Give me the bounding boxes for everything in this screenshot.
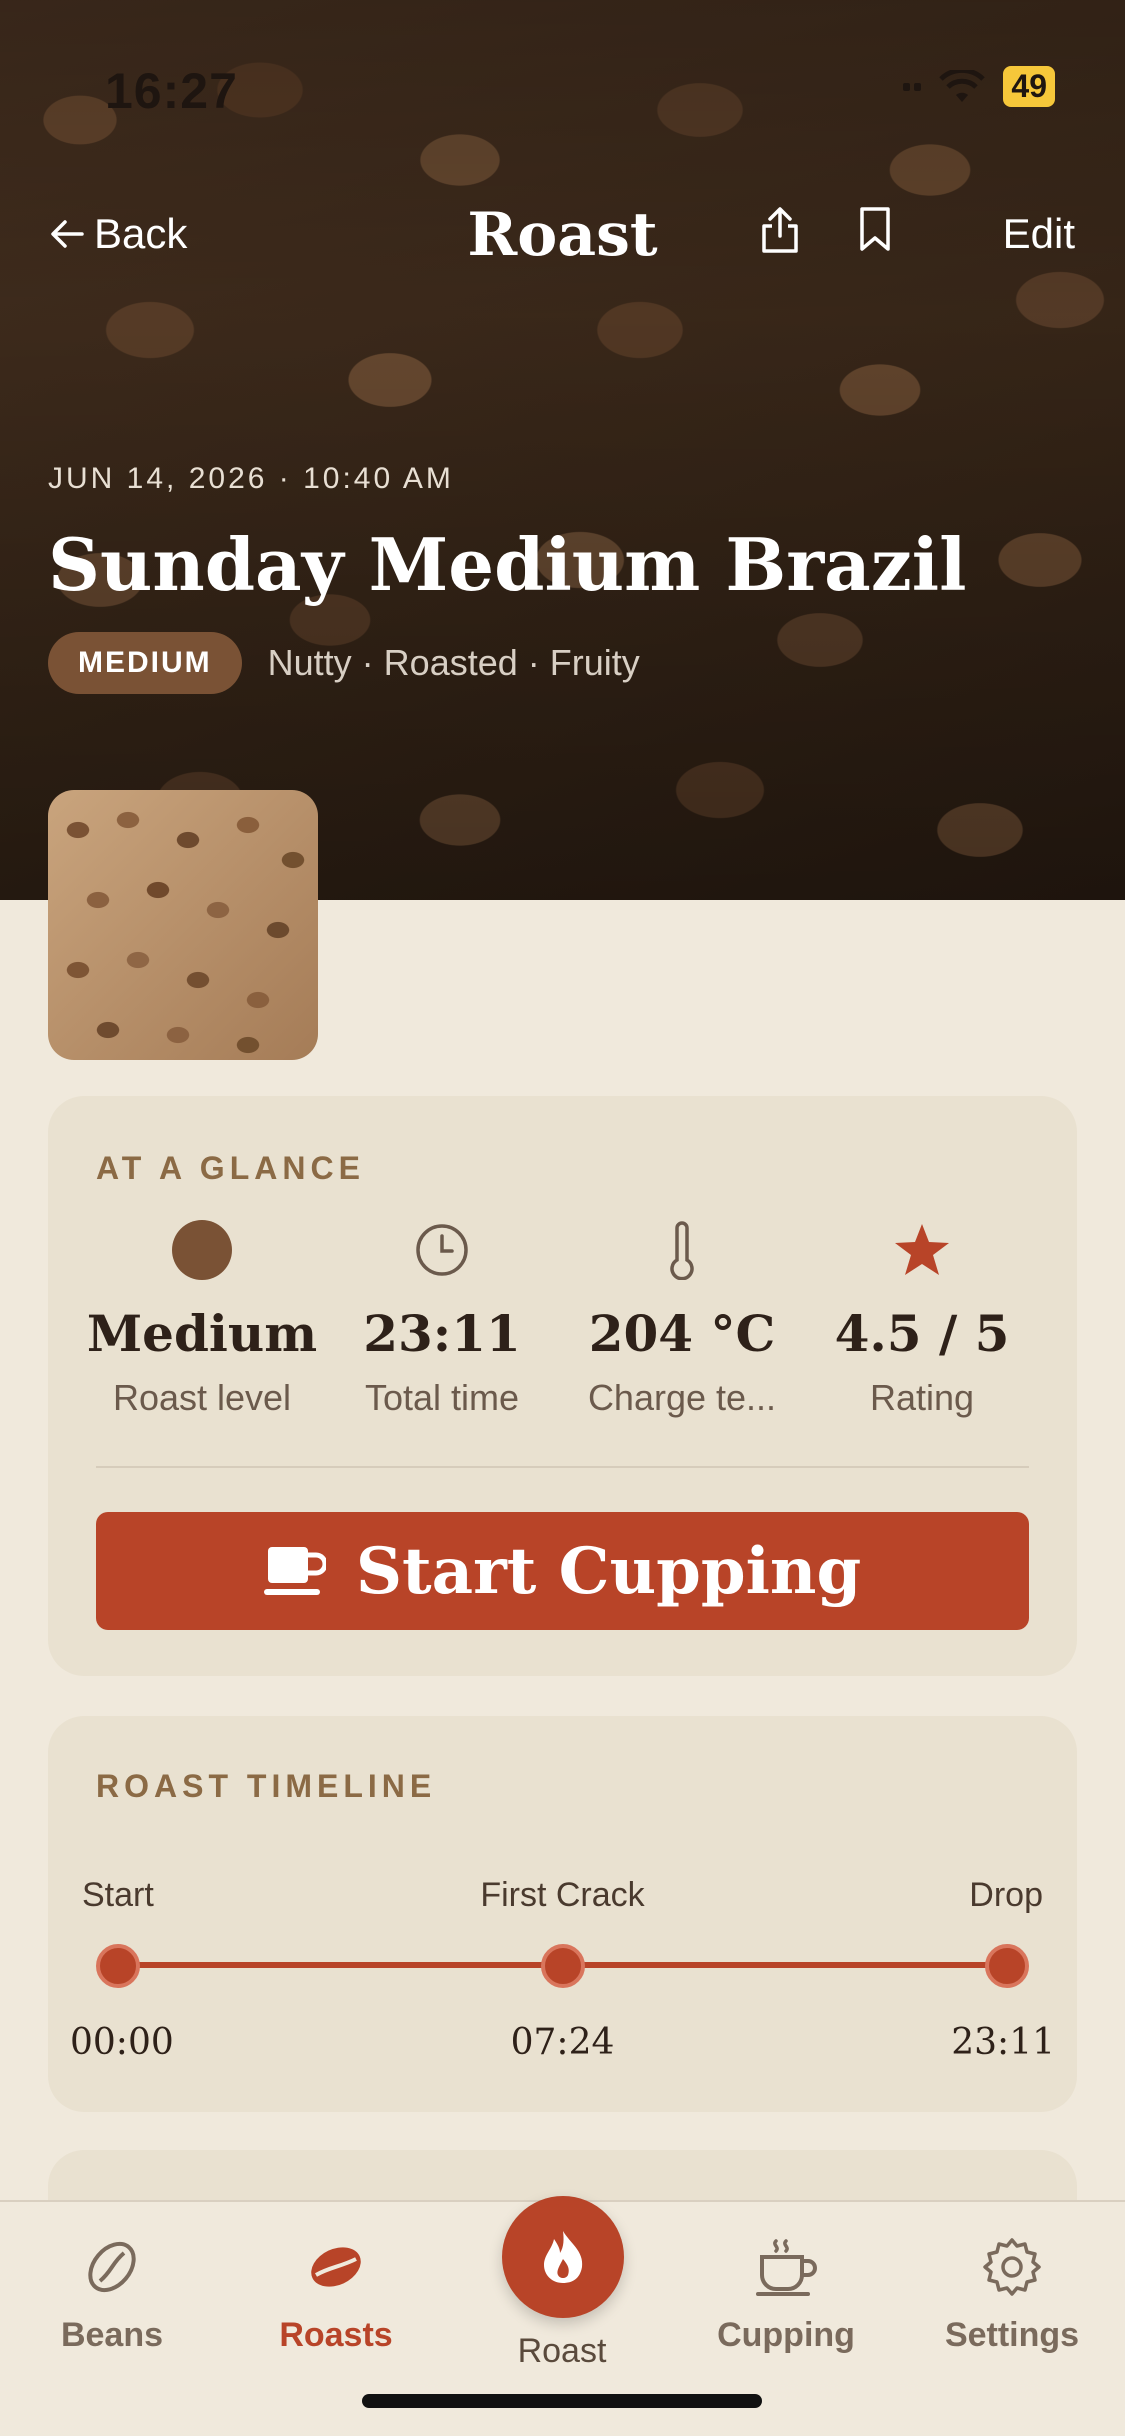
home-indicator [362,2394,762,2408]
timeline-point-start[interactable] [96,1944,140,1988]
hero-image [0,0,1125,900]
wifi-icon [939,69,986,102]
at-a-glance-card: AT A GLANCE Medium Roast level 23:11 Tot… [48,1096,1077,1676]
roast-timeline-card: ROAST TIMELINE Start First Crack Drop 00… [48,1716,1077,2112]
nav-title: Roast [467,200,658,270]
tab-label: Roasts [279,2316,393,2354]
tab-beans[interactable]: Beans [12,2232,212,2355]
star-icon [895,1224,949,1275]
divider [96,1466,1029,1468]
status-bar: 16:27 49 [0,0,1125,130]
tab-label: Cupping [717,2316,855,2354]
stat-rating: 4.5 / 5 Rating [802,1216,1042,1419]
thermometer-icon [670,1221,694,1280]
status-time: 16:27 [105,63,238,119]
at-a-glance-heading: AT A GLANCE [96,1150,365,1186]
stat-value: 4.5 / 5 [834,1304,1010,1363]
roast-level-badge: MEDIUM [48,632,242,694]
bookmark-icon [860,207,890,251]
roast-date: JUN 14, 2026 · 10:40 AM [48,462,454,495]
bean-filled-icon [311,2247,361,2287]
timeline-label-drop: Drop [969,1876,1043,1914]
stat-value: 204 °C [588,1304,776,1363]
stat-label: Rating [869,1377,975,1418]
cup-icon [263,1547,326,1595]
timeline-time-first-crack: 07:24 [510,2022,615,2063]
start-cupping-button[interactable]: Start Cupping [96,1512,1029,1630]
tab-label: Settings [944,2316,1080,2354]
start-cupping-label: Start Cupping [355,1533,862,1609]
flame-icon [544,2231,583,2283]
flavor-notes: Nutty · Roasted · Fruity [267,642,640,683]
stat-label: Charge te... [587,1377,777,1418]
share-icon [762,207,798,253]
clock-icon [416,1224,468,1276]
roast-thumbnail[interactable] [48,790,318,1060]
new-roast-button[interactable] [502,2196,624,2318]
tab-roast-label: Roast [517,2332,607,2370]
timeline-point-first-crack[interactable] [541,1944,585,1988]
share-button[interactable] [760,206,800,259]
tab-settings[interactable]: Settings [912,2232,1112,2355]
stats-row: Medium Roast level 23:11 Total time 204 … [48,1216,1077,1419]
roast-timeline-heading: ROAST TIMELINE [96,1768,437,1804]
timeline-point-drop[interactable] [985,1944,1029,1988]
timeline-label-first-crack: First Crack [480,1876,645,1914]
tab-cupping[interactable]: Cupping [686,2232,886,2355]
stat-value: Medium [86,1304,318,1363]
tab-label: Beans [60,2316,164,2354]
status-icons: 49 [903,66,1055,107]
edit-button[interactable]: Edit [1003,210,1075,258]
nav-bar: Back Roast Edit [0,200,1125,270]
bean-icon [88,2241,136,2293]
gear-icon [983,2238,1041,2296]
roast-dot-icon [172,1220,232,1280]
battery-indicator: 49 [1003,66,1055,107]
bookmark-button[interactable] [858,206,892,257]
signal-icon [903,82,922,91]
stat-total-time: 23:11 Total time [322,1216,562,1419]
tab-roasts[interactable]: Roasts [236,2232,436,2355]
roast-title: Sunday Medium Brazil [48,522,967,607]
stat-label: Roast level [112,1377,292,1418]
timeline-time-drop: 23:11 [951,2022,1055,2063]
stat-roast-level: Medium Roast level [82,1216,322,1419]
stat-value: 23:11 [363,1304,521,1363]
cup-icon [756,2239,817,2296]
stat-charge-temp: 204 °C Charge te... [562,1216,802,1419]
roast-tags: MEDIUM Nutty · Roasted · Fruity [48,632,640,694]
stat-label: Total time [364,1377,520,1418]
